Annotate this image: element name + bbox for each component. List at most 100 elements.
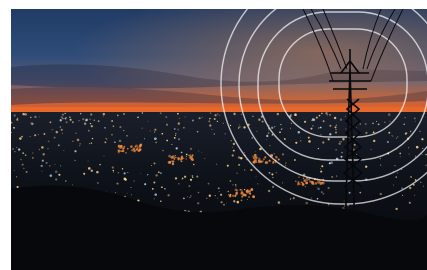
city-light xyxy=(174,177,178,180)
city-light xyxy=(141,112,144,114)
city-light xyxy=(408,147,410,149)
city-light xyxy=(308,178,310,181)
photo-frame xyxy=(11,9,427,270)
city-light xyxy=(237,156,241,159)
city-light xyxy=(217,197,219,199)
city-light xyxy=(155,174,158,177)
city-light xyxy=(226,164,229,167)
city-light xyxy=(322,120,324,122)
city-light-cluster xyxy=(300,181,303,184)
city-light xyxy=(295,180,297,182)
city-light xyxy=(273,153,275,155)
city-light xyxy=(75,132,77,134)
city-light xyxy=(141,127,143,129)
city-light xyxy=(87,129,90,132)
city-light xyxy=(345,128,347,130)
city-light xyxy=(364,122,367,126)
city-light xyxy=(175,135,176,136)
city-light xyxy=(91,137,94,140)
city-light xyxy=(243,126,246,129)
city-light xyxy=(414,155,417,157)
city-light xyxy=(250,168,253,172)
city-light xyxy=(153,198,155,200)
city-light xyxy=(343,200,345,202)
city-light xyxy=(123,172,126,175)
city-light xyxy=(159,112,162,115)
city-light xyxy=(197,191,200,194)
city-light-cluster xyxy=(137,149,139,151)
city-light xyxy=(240,157,243,160)
city-light xyxy=(344,115,346,117)
city-light xyxy=(340,141,342,143)
city-light-cluster xyxy=(253,153,257,157)
city-light xyxy=(71,184,74,186)
city-light-cluster xyxy=(252,160,256,164)
city-light xyxy=(336,175,338,177)
city-light xyxy=(293,159,296,161)
city-light xyxy=(335,149,337,151)
city-light xyxy=(425,153,427,156)
city-light xyxy=(395,176,398,178)
city-light-cluster xyxy=(191,154,194,157)
city-light xyxy=(279,131,281,134)
city-light xyxy=(130,186,132,189)
city-light xyxy=(74,150,77,153)
city-light xyxy=(379,192,382,196)
city-light xyxy=(209,117,211,120)
city-light-cluster xyxy=(188,154,190,157)
city-light xyxy=(312,125,314,127)
city-light xyxy=(103,155,105,157)
city-light xyxy=(322,141,325,144)
city-light xyxy=(79,145,81,147)
city-light-cluster xyxy=(311,180,313,183)
city-light xyxy=(154,128,157,131)
city-light xyxy=(24,113,27,116)
city-light xyxy=(241,189,243,191)
city-light xyxy=(153,162,156,165)
city-light xyxy=(180,151,183,154)
city-light xyxy=(183,197,185,200)
city-light xyxy=(380,164,382,166)
city-light xyxy=(316,198,319,200)
city-light xyxy=(153,131,156,133)
city-light xyxy=(177,122,180,125)
city-light xyxy=(89,118,91,120)
city-light xyxy=(13,126,15,129)
city-light xyxy=(258,118,261,121)
city-light-cluster xyxy=(180,160,183,163)
city-light xyxy=(21,135,23,138)
city-light xyxy=(318,114,321,117)
city-light-cluster xyxy=(253,157,255,159)
city-light xyxy=(173,136,176,139)
city-light xyxy=(16,185,19,189)
city-light xyxy=(61,132,63,134)
city-light xyxy=(104,141,107,144)
city-light xyxy=(255,176,257,178)
city-light xyxy=(143,138,146,140)
city-light-cluster xyxy=(302,177,305,180)
city-light xyxy=(69,118,72,121)
city-light xyxy=(409,186,412,190)
city-light xyxy=(192,176,194,179)
city-light-cluster xyxy=(298,176,300,178)
city-light xyxy=(209,124,212,127)
city-light xyxy=(89,122,92,125)
city-light xyxy=(190,195,192,197)
city-light xyxy=(353,143,356,146)
city-light-cluster xyxy=(134,145,137,148)
city-light xyxy=(341,151,343,154)
city-light-cluster xyxy=(231,194,235,198)
city-light xyxy=(154,137,157,140)
city-light xyxy=(388,131,391,134)
city-light xyxy=(201,116,203,118)
city-light xyxy=(90,142,93,144)
city-light-cluster xyxy=(268,159,271,162)
city-light xyxy=(14,151,16,153)
city-light xyxy=(61,113,64,116)
city-light xyxy=(269,144,271,147)
city-light xyxy=(225,202,227,204)
city-light xyxy=(111,120,113,122)
city-light xyxy=(159,172,162,175)
city-light xyxy=(289,127,292,129)
city-light xyxy=(71,120,74,123)
